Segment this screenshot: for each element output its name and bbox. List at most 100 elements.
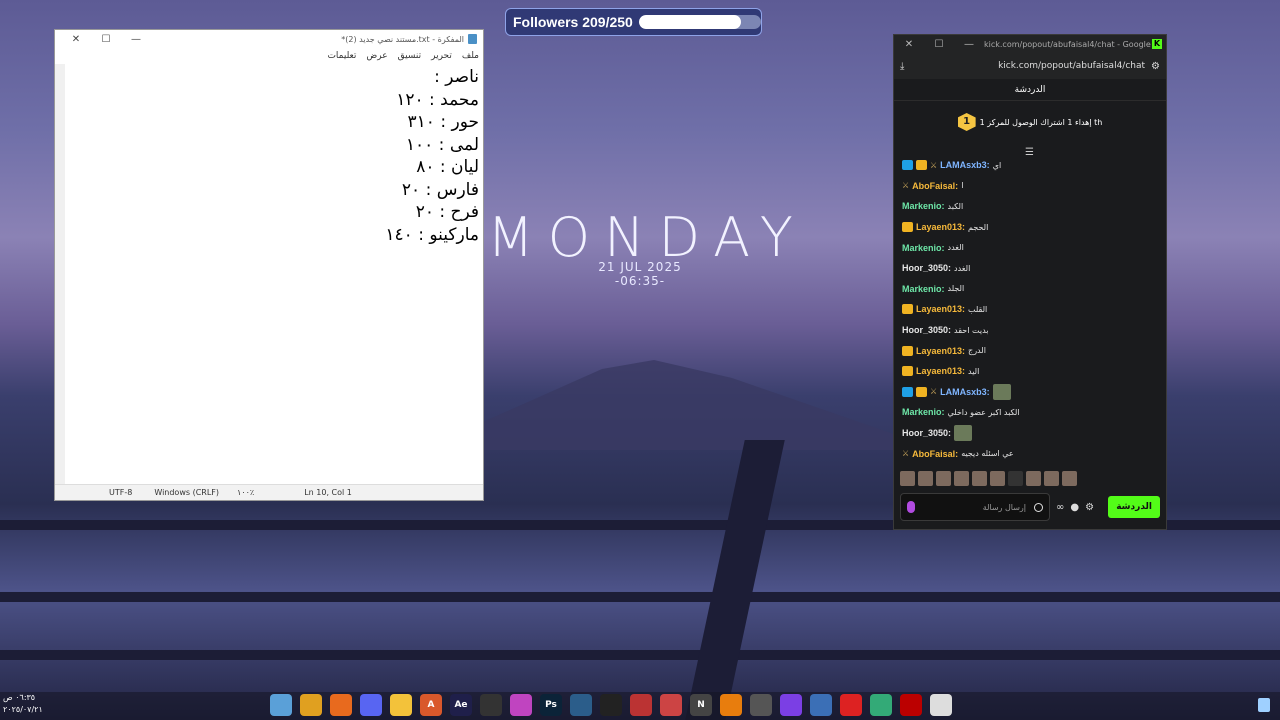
emoji-icon[interactable]: [1034, 502, 1043, 512]
bubbles-icon[interactable]: ●: [1070, 502, 1079, 513]
sparkle-icon[interactable]: [1008, 471, 1023, 486]
notepad-text[interactable]: ناصر : محمد : ١٢٠ حور : ٣١٠ لمى : ١٠٠ لي…: [385, 66, 479, 246]
chat-username[interactable]: Hoor_3050:: [902, 428, 951, 438]
notepad-icon[interactable]: [270, 694, 292, 716]
chat-message[interactable]: Layaen013: اليد: [902, 361, 1158, 382]
chat-username[interactable]: LAMAsxb3:: [940, 387, 990, 397]
send-chat-button[interactable]: الدردشة: [1108, 496, 1160, 518]
app-a-icon[interactable]: A: [420, 694, 442, 716]
app-rec-icon[interactable]: [840, 694, 862, 716]
show-desktop-icon[interactable]: [1258, 698, 1270, 712]
pinned-message[interactable]: 1 إهداء 1 اشتراك الوصول للمركز 1 th: [894, 107, 1166, 137]
chat-username[interactable]: Markenio:: [902, 407, 945, 417]
blender-icon[interactable]: [720, 694, 742, 716]
app-blue-icon[interactable]: [570, 694, 592, 716]
emote-icon[interactable]: [1044, 471, 1059, 486]
chat-message[interactable]: Hoor_3050: بديت احقد: [902, 320, 1158, 341]
chrome-icon[interactable]: [300, 694, 322, 716]
app-green-icon[interactable]: [870, 694, 892, 716]
site-settings-icon[interactable]: ⚙: [1151, 61, 1160, 72]
emote-icon[interactable]: [990, 471, 1005, 486]
app-color-icon[interactable]: [510, 694, 532, 716]
infinity-icon[interactable]: ∞: [1056, 502, 1064, 513]
chat-username[interactable]: Layaen013:: [916, 222, 965, 232]
followers-goal: Followers 209/250: [505, 8, 762, 36]
menu-edit[interactable]: تحرير: [431, 51, 452, 61]
emote-icon[interactable]: [972, 471, 987, 486]
mic-icon[interactable]: [907, 501, 915, 513]
chat-message[interactable]: Layaen013: القلب: [902, 299, 1158, 320]
photoshop-icon[interactable]: Ps: [540, 694, 562, 716]
crown-badge-icon: [916, 160, 927, 171]
chat-titlebar[interactable]: ✕ ☐ — kick.com/popout/abufaisal4/chat - …: [894, 35, 1166, 53]
close-icon[interactable]: ✕: [894, 39, 924, 50]
chat-message[interactable]: ⚔ AboFaisal: عي اسئله ديجيه: [902, 443, 1158, 464]
after-effects-icon[interactable]: Ae: [450, 694, 472, 716]
emote-icon[interactable]: [936, 471, 951, 486]
chat-username[interactable]: Layaen013:: [916, 304, 965, 314]
chat-username[interactable]: AboFaisal:: [912, 181, 958, 191]
emote-icon[interactable]: [918, 471, 933, 486]
chat-message-text: بديت احقد: [954, 325, 989, 335]
app-grid-icon[interactable]: [930, 694, 952, 716]
chat-username[interactable]: AboFaisal:: [912, 449, 958, 459]
app-purple-icon[interactable]: [780, 694, 802, 716]
app-orange-icon[interactable]: [330, 694, 352, 716]
chat-message[interactable]: ⚔ LAMAsxb3:: [902, 382, 1158, 403]
emote-icon[interactable]: [954, 471, 969, 486]
settings-icon[interactable]: ⚙: [1085, 502, 1094, 513]
taskbar-clock[interactable]: ٠٦:٣٥ ص ٢٠٢٥/٠٧/٢١: [3, 692, 43, 716]
chat-address-bar: ⤓ kick.com/popout/abufaisal4/chat ⚙: [894, 53, 1166, 79]
file-explorer-icon[interactable]: [390, 694, 412, 716]
notepad-scrollbar[interactable]: [55, 64, 65, 484]
menu-format[interactable]: تنسيق: [398, 51, 421, 61]
chat-message-text: القلب: [968, 304, 988, 314]
menu-file[interactable]: ملف: [462, 51, 479, 61]
notepad-window[interactable]: ✕ ☐ — *مستند نصي جديد (2).txt - المفكرة …: [54, 29, 484, 501]
notepad-editor[interactable]: ناصر : محمد : ١٢٠ حور : ٣١٠ لمى : ١٠٠ لي…: [55, 64, 483, 484]
minimize-icon[interactable]: —: [121, 34, 151, 45]
close-icon[interactable]: ✕: [61, 34, 91, 45]
app-gray-icon[interactable]: [750, 694, 772, 716]
app-black-icon[interactable]: [600, 694, 622, 716]
chat-message[interactable]: Hoor_3050:: [902, 423, 1158, 444]
chat-username[interactable]: LAMAsxb3:: [940, 160, 990, 170]
chat-message[interactable]: ⚔ LAMAsxb3: اي: [902, 155, 1158, 176]
maximize-icon[interactable]: ☐: [91, 34, 121, 45]
kick-chat-window[interactable]: ✕ ☐ — kick.com/popout/abufaisal4/chat - …: [893, 34, 1167, 530]
wallpaper-mountain: [420, 360, 940, 450]
menu-help[interactable]: تعليمات: [327, 51, 356, 61]
chat-username[interactable]: Markenio:: [902, 201, 945, 211]
chat-message-input[interactable]: إرسال رسالة: [900, 493, 1050, 521]
app-red-icon[interactable]: [630, 694, 652, 716]
chat-message[interactable]: ⚔ AboFaisal: ا: [902, 176, 1158, 197]
notepad-titlebar[interactable]: ✕ ☐ — *مستند نصي جديد (2).txt - المفكرة: [55, 30, 483, 48]
chat-message-text: الجلد: [947, 284, 965, 294]
maximize-icon[interactable]: ☐: [924, 39, 954, 50]
chat-username[interactable]: Markenio:: [902, 284, 945, 294]
app-red2-icon[interactable]: [660, 694, 682, 716]
emote-icon[interactable]: [900, 471, 915, 486]
app-dark-icon[interactable]: [480, 694, 502, 716]
chat-username[interactable]: Layaen013:: [916, 346, 965, 356]
menu-view[interactable]: عرض: [366, 51, 387, 61]
emote-icon[interactable]: [1026, 471, 1041, 486]
chat-message[interactable]: Hoor_3050: الغدد: [902, 258, 1158, 279]
app-vote-icon[interactable]: [900, 694, 922, 716]
chat-username[interactable]: Hoor_3050:: [902, 325, 951, 335]
chat-message[interactable]: Layaen013: الحجم: [902, 217, 1158, 238]
minimize-icon[interactable]: —: [954, 39, 984, 50]
chat-username[interactable]: Hoor_3050:: [902, 263, 951, 273]
chat-username[interactable]: Markenio:: [902, 243, 945, 253]
chat-username[interactable]: Layaen013:: [916, 366, 965, 376]
app-n-icon[interactable]: N: [690, 694, 712, 716]
chat-message[interactable]: Markenio: الجلد: [902, 279, 1158, 300]
chat-message[interactable]: Markenio: الكبد: [902, 196, 1158, 217]
chat-message-text: الدرج: [968, 346, 986, 356]
emote-icon[interactable]: [1062, 471, 1077, 486]
chat-message[interactable]: Layaen013: الدرج: [902, 340, 1158, 361]
app-pc-icon[interactable]: [810, 694, 832, 716]
chat-message[interactable]: Markenio: الغدد: [902, 237, 1158, 258]
discord-icon[interactable]: [360, 694, 382, 716]
chat-message[interactable]: Markenio: الكبد اكبر عضو داخلي: [902, 402, 1158, 423]
